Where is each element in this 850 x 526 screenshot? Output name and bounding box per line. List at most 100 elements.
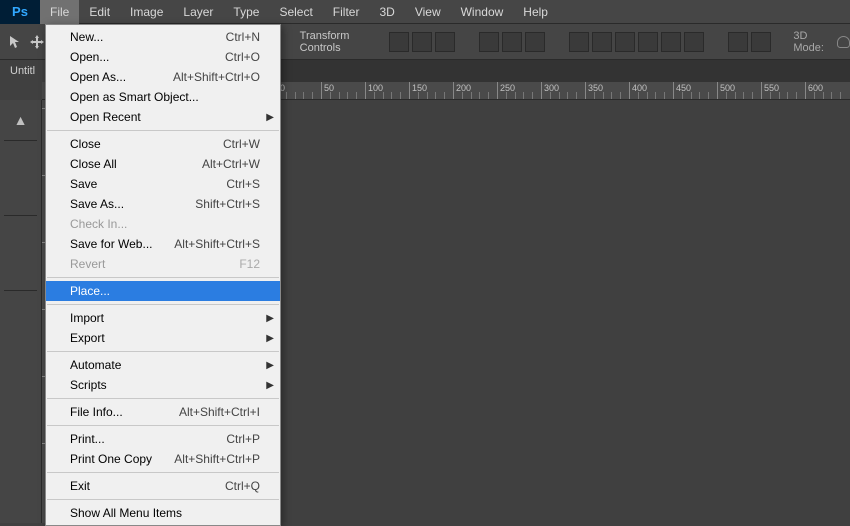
menu-item-label: Open Recent — [70, 110, 141, 124]
menu-item-label: Scripts — [70, 378, 107, 392]
tool-slot[interactable] — [7, 222, 35, 250]
menu-select[interactable]: Select — [269, 0, 322, 24]
transform-controls-label: Transform Controls — [300, 30, 366, 54]
menu-separator — [47, 499, 279, 500]
menu-3d[interactable]: 3D — [369, 0, 404, 24]
menu-item-close-all[interactable]: Close AllAlt+Ctrl+W — [46, 154, 280, 174]
menu-item-close[interactable]: CloseCtrl+W — [46, 134, 280, 154]
menu-separator — [47, 351, 279, 352]
align-button[interactable] — [389, 32, 409, 52]
submenu-arrow-icon: ▶ — [266, 112, 274, 123]
menu-item-label: Check In... — [70, 217, 127, 231]
menu-item-shortcut: Alt+Shift+Ctrl+O — [173, 70, 260, 84]
menu-item-shortcut: Ctrl+P — [226, 432, 260, 446]
menu-item-exit[interactable]: Exit Ctrl+Q — [46, 476, 280, 496]
menu-separator — [47, 398, 279, 399]
menu-item-print[interactable]: Print...Ctrl+P — [46, 429, 280, 449]
menu-item-open-as-smart-object[interactable]: Open as Smart Object... — [46, 87, 280, 107]
menu-item-label: Save for Web... — [70, 237, 152, 251]
align-button[interactable] — [525, 32, 545, 52]
align-group-2 — [479, 32, 545, 52]
menu-item-open[interactable]: Open...Ctrl+O — [46, 47, 280, 67]
distribute-group — [569, 32, 704, 52]
align-button[interactable] — [435, 32, 455, 52]
menu-separator — [47, 277, 279, 278]
submenu-arrow-icon: ▶ — [266, 333, 274, 344]
menu-item-label: Print One Copy — [70, 452, 152, 466]
dist-button[interactable] — [592, 32, 612, 52]
menu-item-shortcut: Ctrl+S — [226, 177, 260, 191]
menu-item-scripts[interactable]: Scripts▶ — [46, 375, 280, 395]
menu-item-open-as[interactable]: Open As... Alt+Shift+Ctrl+O — [46, 67, 280, 87]
menu-item-label: Place... — [70, 284, 110, 298]
menu-item-place[interactable]: Place... — [46, 281, 280, 301]
menu-filter[interactable]: Filter — [323, 0, 370, 24]
menu-item-new[interactable]: New... Ctrl+N — [46, 27, 280, 47]
menu-item-label: Automate — [70, 358, 121, 372]
move-tool-icon[interactable] — [8, 30, 25, 54]
menu-item-label: Revert — [70, 257, 105, 271]
align-button[interactable] — [479, 32, 499, 52]
menu-item-shortcut: Alt+Shift+Ctrl+I — [179, 405, 260, 419]
menu-item-print-one-copy[interactable]: Print One Copy Alt+Shift+Ctrl+P — [46, 449, 280, 469]
menu-item-show-all-menu-items[interactable]: Show All Menu Items — [46, 503, 280, 523]
dist-button[interactable] — [569, 32, 589, 52]
menu-item-save-for-web[interactable]: Save for Web... Alt+Shift+Ctrl+S — [46, 234, 280, 254]
menu-item-export[interactable]: Export▶ — [46, 328, 280, 348]
menu-layer[interactable]: Layer — [173, 0, 223, 24]
auto-align-group — [728, 32, 771, 52]
menu-item-automate[interactable]: Automate▶ — [46, 355, 280, 375]
tool-slot[interactable] — [7, 147, 35, 175]
menu-item-label: Close All — [70, 157, 117, 171]
menu-help[interactable]: Help — [513, 0, 558, 24]
dist-button[interactable] — [684, 32, 704, 52]
menu-file[interactable]: File — [40, 0, 79, 24]
file-menu-dropdown: New... Ctrl+N Open...Ctrl+O Open As... Alt+S… — [45, 24, 281, 526]
dist-button[interactable] — [661, 32, 681, 52]
menu-item-shortcut: Alt+Shift+Ctrl+P — [174, 452, 260, 466]
tool-slot[interactable] — [7, 256, 35, 284]
align-button[interactable] — [412, 32, 432, 52]
menu-item-shortcut: Ctrl+Q — [225, 479, 260, 493]
menu-image[interactable]: Image — [120, 0, 173, 24]
menu-separator — [47, 304, 279, 305]
menu-edit[interactable]: Edit — [79, 0, 120, 24]
menu-item-label: New... — [70, 30, 103, 44]
menu-item-label: Exit — [70, 479, 90, 493]
menu-item-save-as[interactable]: Save As... Shift+Ctrl+S — [46, 194, 280, 214]
menu-window[interactable]: Window — [451, 0, 514, 24]
menu-type[interactable]: Type — [223, 0, 269, 24]
tool-slot[interactable] — [7, 181, 35, 209]
tool-slot[interactable] — [7, 331, 35, 359]
menu-separator — [47, 472, 279, 473]
tool-slot[interactable] — [7, 297, 35, 325]
menubar: Ps FileEditImageLayerTypeSelectFilter3DV… — [0, 0, 850, 24]
app-logo: Ps — [0, 0, 40, 24]
menu-item-save[interactable]: Save Ctrl+S — [46, 174, 280, 194]
align-button[interactable] — [502, 32, 522, 52]
auto-button[interactable] — [728, 32, 748, 52]
menu-item-open-recent[interactable]: Open Recent ▶ — [46, 107, 280, 127]
menu-separator — [47, 425, 279, 426]
dist-button[interactable] — [615, 32, 635, 52]
menu-item-shortcut: Ctrl+N — [226, 30, 260, 44]
menu-view[interactable]: View — [405, 0, 451, 24]
menu-item-label: Open As... — [70, 70, 126, 84]
menu-item-label: Open... — [70, 50, 109, 64]
cloud-icon[interactable] — [837, 36, 850, 48]
document-tab[interactable]: Untitl — [0, 60, 45, 82]
tools-panel: ▲ — [0, 100, 42, 523]
menu-item-label: Save As... — [70, 197, 124, 211]
menu-item-file-info[interactable]: File Info...Alt+Shift+Ctrl+I — [46, 402, 280, 422]
menu-item-import[interactable]: Import▶ — [46, 308, 280, 328]
dist-button[interactable] — [638, 32, 658, 52]
move-arrows-icon — [29, 30, 46, 54]
menu-item-label: Import — [70, 311, 104, 325]
tool-move-icon[interactable]: ▲ — [7, 106, 35, 134]
menu-item-shortcut: F12 — [239, 257, 260, 271]
auto-button[interactable] — [751, 32, 771, 52]
three-d-mode-label: 3D Mode: — [793, 30, 826, 54]
menu-item-label: Save — [70, 177, 97, 191]
menu-item-shortcut: Shift+Ctrl+S — [195, 197, 260, 211]
menu-item-shortcut: Alt+Shift+Ctrl+S — [174, 237, 260, 251]
